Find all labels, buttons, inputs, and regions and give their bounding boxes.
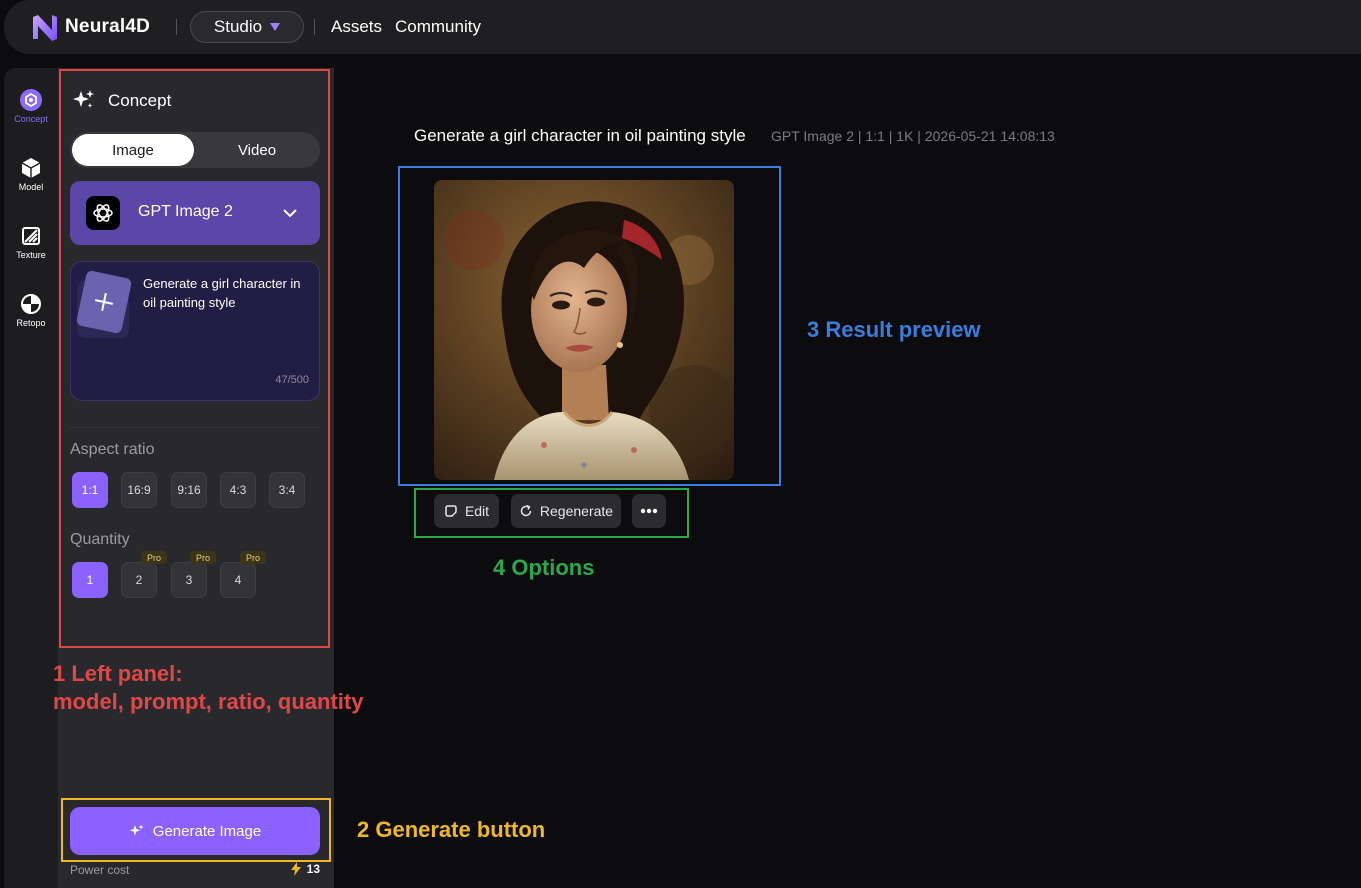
pro-badge: Pro [240,551,266,564]
regenerate-label: Regenerate [539,503,614,519]
generate-image-button[interactable]: Generate Image [70,807,320,855]
brand-name[interactable]: Neural4D [65,16,150,38]
rail-label-retopo: Retopo [16,318,46,328]
rail-label-concept: Concept [14,114,48,124]
rail-item-model[interactable]: Model [4,148,58,208]
divider [70,427,320,428]
divider [314,19,315,35]
chevron-down-icon [283,209,297,218]
aspect-option-9-16[interactable]: 9:16 [171,472,207,508]
rail-label-texture: Texture [16,250,46,260]
char-count: 47/500 [275,374,309,386]
oil-painting-portrait [434,180,734,480]
rail-item-texture[interactable]: Texture [4,216,58,276]
quantity-option-2[interactable]: 2 [121,562,157,598]
annotation-left-panel: 1 Left panel: model, prompt, ratio, quan… [53,660,363,716]
result-meta: GPT Image 2 | 1:1 | 1K | 2026-05-21 14:0… [771,128,1055,144]
plus-icon [94,292,114,312]
pro-badge: Pro [141,551,167,564]
retopo-icon [21,294,41,314]
more-icon [640,508,658,514]
annotation-left-panel-line2: model, prompt, ratio, quantity [53,689,364,714]
rail-label-model: Model [18,182,44,192]
texture-icon [22,227,40,245]
aspect-ratio-label: Aspect ratio [70,441,155,458]
model-name: GPT Image 2 [138,203,233,220]
neural4d-logo-icon[interactable] [30,12,60,42]
sparkle-icon [73,90,94,108]
annotation-result: 3 Result preview [807,317,981,342]
left-panel: Concept Image Video GPT Image 2 Generate… [58,68,334,888]
aspect-option-16-9[interactable]: 16:9 [121,472,157,508]
top-bar: Neural4D Studio Assets Community [4,0,1361,54]
quantity-label: Quantity [70,531,130,548]
mode-toggle: Image Video [70,132,320,168]
power-cost-value: 13 [290,862,320,876]
caret-down-icon [270,23,281,31]
result-image[interactable] [434,180,734,480]
rail-item-concept[interactable]: Concept [4,80,58,140]
more-options-button[interactable] [632,494,666,528]
nav-community[interactable]: Community [395,17,481,37]
aspect-option-4-3[interactable]: 4:3 [220,472,256,508]
generate-label: Generate Image [152,822,262,840]
sparkle-icon [129,824,144,836]
edit-icon [445,505,457,517]
annotation-options: 4 Options [493,555,595,580]
edit-label: Edit [464,503,490,519]
concept-icon [20,89,42,111]
quantity-option-4[interactable]: 4 [220,562,256,598]
prompt-input[interactable]: Generate a girl character in oil paintin… [143,274,311,312]
mode-image-tab[interactable]: Image [72,134,194,166]
annotation-left-panel-line1: 1 Left panel: [53,661,183,686]
rail-item-retopo[interactable]: Retopo [4,284,58,344]
left-rail: Concept Model Texture Retopo [4,68,58,888]
lightning-icon [290,862,301,876]
regenerate-button[interactable]: Regenerate [511,494,621,528]
aspect-option-3-4[interactable]: 3:4 [269,472,305,508]
annotation-generate: 2 Generate button [357,817,546,842]
edit-button[interactable]: Edit [434,494,499,528]
refresh-icon [520,504,532,517]
power-cost-label: Power cost [70,863,130,877]
studio-dropdown[interactable]: Studio [190,11,304,43]
mode-video-tab[interactable]: Video [196,134,318,166]
pro-badge: Pro [190,551,216,564]
power-cost-number: 13 [306,862,320,876]
model-select[interactable]: GPT Image 2 [70,181,320,245]
quantity-option-3[interactable]: 3 [171,562,207,598]
divider [176,19,177,35]
aspect-option-1-1[interactable]: 1:1 [72,472,108,508]
cube-icon [21,158,41,178]
studio-label: Studio [213,17,263,36]
panel-title: Concept [108,91,172,110]
prompt-box[interactable]: Generate a girl character in oil paintin… [70,261,320,401]
result-title: Generate a girl character in oil paintin… [414,126,746,145]
quantity-option-1[interactable]: 1 [72,562,108,598]
openai-logo-icon [86,196,120,230]
nav-assets[interactable]: Assets [331,17,382,37]
